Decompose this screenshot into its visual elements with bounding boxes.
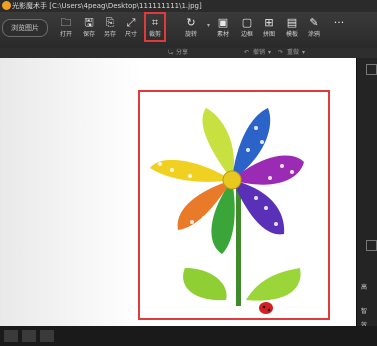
right-panel-label: 智 — [361, 308, 368, 315]
material-icon: ▣ — [217, 16, 229, 29]
more-button[interactable]: ··· — [326, 14, 352, 44]
thumbnail[interactable] — [22, 330, 36, 342]
filmstrip-bar — [0, 326, 377, 346]
undo-icon: ↶ — [244, 49, 250, 56]
save-icon: 🖫 — [84, 16, 94, 29]
doodle-button[interactable]: ✎ 涂鸦 — [301, 14, 327, 44]
open-icon: 🗀 — [60, 16, 72, 29]
redo-button[interactable]: 重做 — [287, 48, 299, 58]
share-icon: ⤿ — [168, 49, 173, 56]
crop-selection-frame[interactable] — [138, 90, 330, 320]
resize-button[interactable]: ⤢ 尺寸 — [118, 14, 144, 44]
collage-icon: ⊞ — [264, 16, 274, 29]
title-bar: 光影魔术手 [C:\Users\4peag\Desktop\111111111\… — [0, 0, 377, 12]
right-panel-label: 高 — [361, 284, 368, 291]
doodle-icon: ✎ — [309, 16, 319, 29]
app-logo-icon — [2, 1, 11, 10]
browse-images-button[interactable]: 浏览图片 — [2, 19, 48, 37]
window-title: 光影魔术手 [C:\Users\4peag\Desktop\111111111\… — [12, 2, 202, 10]
thumbnail[interactable] — [40, 330, 54, 342]
chevron-down-icon[interactable]: ▾ — [268, 48, 271, 58]
save-as-icon: ⎘ — [105, 16, 115, 29]
panel-toggle-button[interactable] — [366, 240, 377, 251]
right-panel: 高 智 效 — [356, 58, 377, 329]
share-button[interactable]: 分享 — [176, 48, 188, 58]
rotate-icon: ↻ — [186, 16, 196, 29]
chevron-down-icon[interactable]: ▾ — [302, 48, 305, 58]
thumbnail[interactable] — [4, 330, 18, 342]
crop-button-highlight — [144, 12, 166, 42]
template-icon: ▤ — [286, 16, 298, 29]
resize-icon: ⤢ — [126, 16, 136, 29]
more-icon: ··· — [333, 16, 345, 29]
undo-button[interactable]: 撤销 — [253, 48, 265, 58]
material-button[interactable]: ▣ 素材 — [210, 14, 236, 44]
redo-icon: ↷ — [278, 49, 284, 56]
rotate-button[interactable]: ↻ 旋转 ▾ — [178, 14, 210, 44]
panel-toggle-button[interactable] — [366, 64, 377, 75]
sub-toolbar: ⤿ 分享 ↶ 撤销 ▾ ↷ 重做 ▾ — [0, 48, 377, 58]
border-icon: ▢ — [241, 16, 253, 29]
